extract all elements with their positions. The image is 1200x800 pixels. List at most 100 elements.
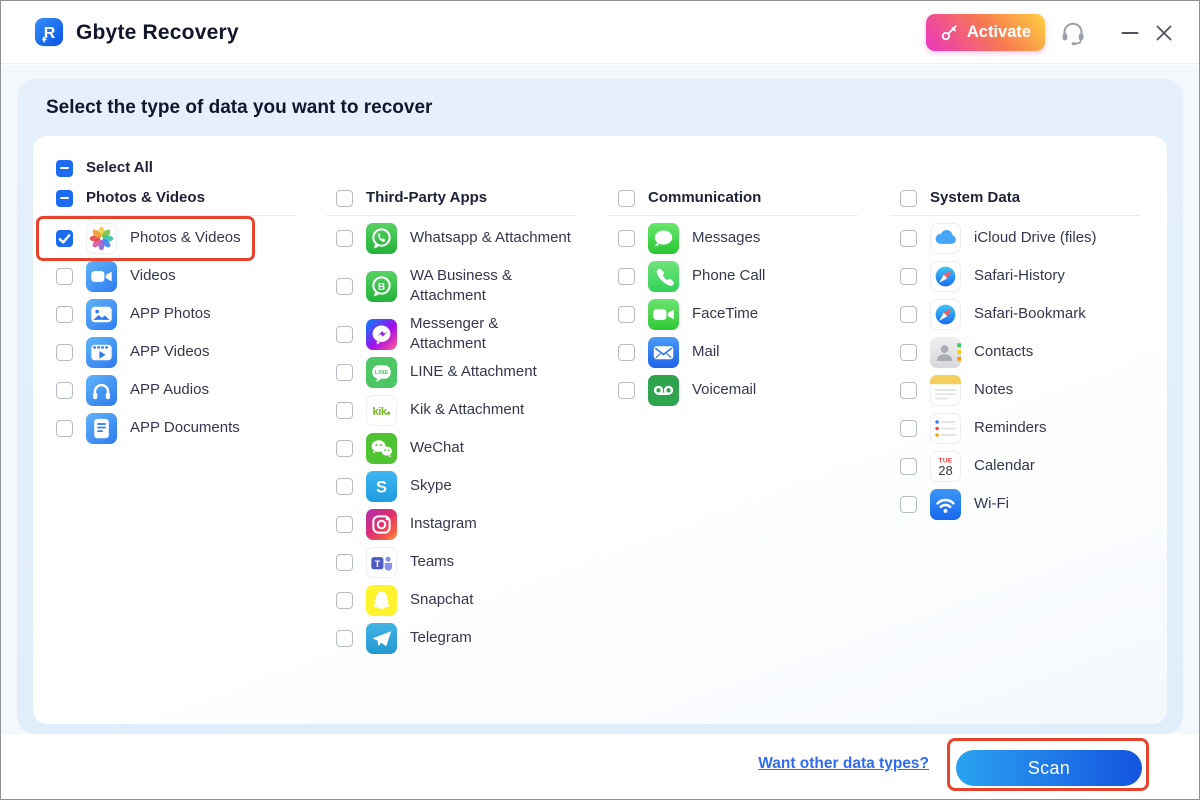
scan-button[interactable]: Scan <box>956 750 1142 786</box>
checkbox-app-audios[interactable] <box>56 381 73 399</box>
item-row-wi-fi[interactable]: Wi-Fi <box>888 485 1140 523</box>
titlebar: R Gbyte Recovery Activate <box>1 1 1199 64</box>
facetime-icon <box>648 298 679 330</box>
item-label: Notes <box>974 381 1014 398</box>
checkbox-notes[interactable] <box>900 381 917 399</box>
item-row-messages[interactable]: Messages <box>606 219 858 257</box>
group-header-system-data[interactable]: System Data <box>888 182 1140 214</box>
instagram-icon <box>366 508 397 540</box>
checkbox-skype[interactable] <box>336 477 353 495</box>
checkbox-videos[interactable] <box>56 267 73 285</box>
group-header-photos-videos[interactable]: Photos & Videos <box>44 182 296 214</box>
checkbox-instagram[interactable] <box>336 515 353 533</box>
item-row-telegram[interactable]: Telegram <box>324 619 576 657</box>
item-row-wechat[interactable]: WeChat <box>324 429 576 467</box>
support-headset-icon[interactable] <box>1058 18 1088 48</box>
checkbox-photos-videos[interactable] <box>56 229 73 247</box>
item-row-safari-bookmark[interactable]: Safari-Bookmark <box>888 295 1140 333</box>
minimize-button[interactable] <box>1117 22 1143 44</box>
checkbox-facetime[interactable] <box>618 305 635 323</box>
checkbox-safari-history[interactable] <box>900 267 917 285</box>
item-row-phone-call[interactable]: Phone Call <box>606 257 858 295</box>
checkbox-safari-bookmark[interactable] <box>900 305 917 323</box>
item-row-icloud-drive-files[interactable]: iCloud Drive (files) <box>888 219 1140 257</box>
messenger-icon <box>366 318 397 350</box>
checkbox-voicemail[interactable] <box>618 381 635 399</box>
item-label: Whatsapp & Attachment <box>410 229 571 246</box>
checkbox-app-videos[interactable] <box>56 343 73 361</box>
group-checkbox-communication[interactable] <box>618 189 635 207</box>
group-header-communication[interactable]: Communication <box>606 182 858 214</box>
item-label: Instagram <box>410 515 477 532</box>
item-row-app-photos[interactable]: APP Photos <box>44 295 296 333</box>
checkbox-messenger-attachment[interactable] <box>336 325 353 343</box>
checkbox-wechat[interactable] <box>336 439 353 457</box>
checkbox-app-documents[interactable] <box>56 419 73 437</box>
column-divider <box>326 215 576 216</box>
checkbox-app-photos[interactable] <box>56 305 73 323</box>
app-photos-icon <box>86 298 117 330</box>
item-row-calendar[interactable]: TUE 28 Calendar <box>888 447 1140 485</box>
item-row-app-videos[interactable]: APP Videos <box>44 333 296 371</box>
item-row-instagram[interactable]: Instagram <box>324 505 576 543</box>
item-row-contacts[interactable]: Contacts <box>888 333 1140 371</box>
item-label: WeChat <box>410 439 464 456</box>
checkbox-line-attachment[interactable] <box>336 363 353 381</box>
item-row-snapchat[interactable]: Snapchat <box>324 581 576 619</box>
group-checkbox-third-party-apps[interactable] <box>336 189 353 207</box>
item-row-app-documents[interactable]: APP Documents <box>44 409 296 447</box>
app-audios-icon <box>86 374 117 406</box>
item-row-reminders[interactable]: Reminders <box>888 409 1140 447</box>
column-divider <box>890 215 1140 216</box>
checkbox-snapchat[interactable] <box>336 591 353 609</box>
item-row-line-attachment[interactable]: LINE LINE & Attachment <box>324 353 576 391</box>
voicemail-icon <box>648 374 679 406</box>
checkbox-icloud-drive-files[interactable] <box>900 229 917 247</box>
item-label: LINE & Attachment <box>410 363 537 380</box>
teams-icon: T <box>366 546 397 578</box>
checkbox-messages[interactable] <box>618 229 635 247</box>
item-row-whatsapp-attachment[interactable]: Whatsapp & Attachment <box>324 219 576 257</box>
item-row-wa-business-attachment[interactable]: B WA Business & Attachment <box>324 257 576 315</box>
item-label: APP Audios <box>130 381 209 398</box>
item-row-voicemail[interactable]: Voicemail <box>606 371 858 409</box>
item-row-notes[interactable]: Notes <box>888 371 1140 409</box>
checkbox-wa-business-attachment[interactable] <box>336 277 353 295</box>
group-header-third-party-apps[interactable]: Third-Party Apps <box>324 182 576 214</box>
item-row-mail[interactable]: Mail <box>606 333 858 371</box>
photos-icon <box>86 222 117 254</box>
item-row-photos-videos[interactable]: Photos & Videos <box>36 216 296 261</box>
item-row-kik-attachment[interactable]: kik Kik & Attachment <box>324 391 576 429</box>
item-row-videos[interactable]: Videos <box>44 257 296 295</box>
checkbox-reminders[interactable] <box>900 419 917 437</box>
item-label: Calendar <box>974 457 1035 474</box>
item-row-skype[interactable]: S Skype <box>324 467 576 505</box>
phone-call-icon <box>648 260 679 292</box>
svg-text:S: S <box>376 478 387 496</box>
close-icon <box>1156 25 1172 41</box>
other-data-types-link[interactable]: Want other data types? <box>758 734 929 794</box>
column-photos-videos: Photos & Videos Photos & Videos Videos APP … <box>36 182 296 447</box>
checkbox-calendar[interactable] <box>900 457 917 475</box>
item-label: WA Business & Attachment <box>410 267 512 304</box>
item-row-facetime[interactable]: FaceTime <box>606 295 858 333</box>
checkbox-contacts[interactable] <box>900 343 917 361</box>
activate-button[interactable]: Activate <box>926 14 1045 51</box>
item-row-messenger-attachment[interactable]: Messenger & Attachment <box>324 315 576 353</box>
checkbox-mail[interactable] <box>618 343 635 361</box>
group-checkbox-system-data[interactable] <box>900 189 917 207</box>
checkbox-whatsapp-attachment[interactable] <box>336 229 353 247</box>
column-divider <box>608 215 858 216</box>
svg-text:B: B <box>378 281 385 292</box>
checkbox-wi-fi[interactable] <box>900 495 917 513</box>
item-row-safari-history[interactable]: Safari-History <box>888 257 1140 295</box>
group-checkbox-photos-videos[interactable] <box>56 189 73 207</box>
app-title: Gbyte Recovery <box>76 20 239 44</box>
checkbox-teams[interactable] <box>336 553 353 571</box>
checkbox-telegram[interactable] <box>336 629 353 647</box>
item-row-teams[interactable]: T Teams <box>324 543 576 581</box>
checkbox-kik-attachment[interactable] <box>336 401 353 419</box>
close-button[interactable] <box>1151 22 1177 44</box>
checkbox-phone-call[interactable] <box>618 267 635 285</box>
item-row-app-audios[interactable]: APP Audios <box>44 371 296 409</box>
